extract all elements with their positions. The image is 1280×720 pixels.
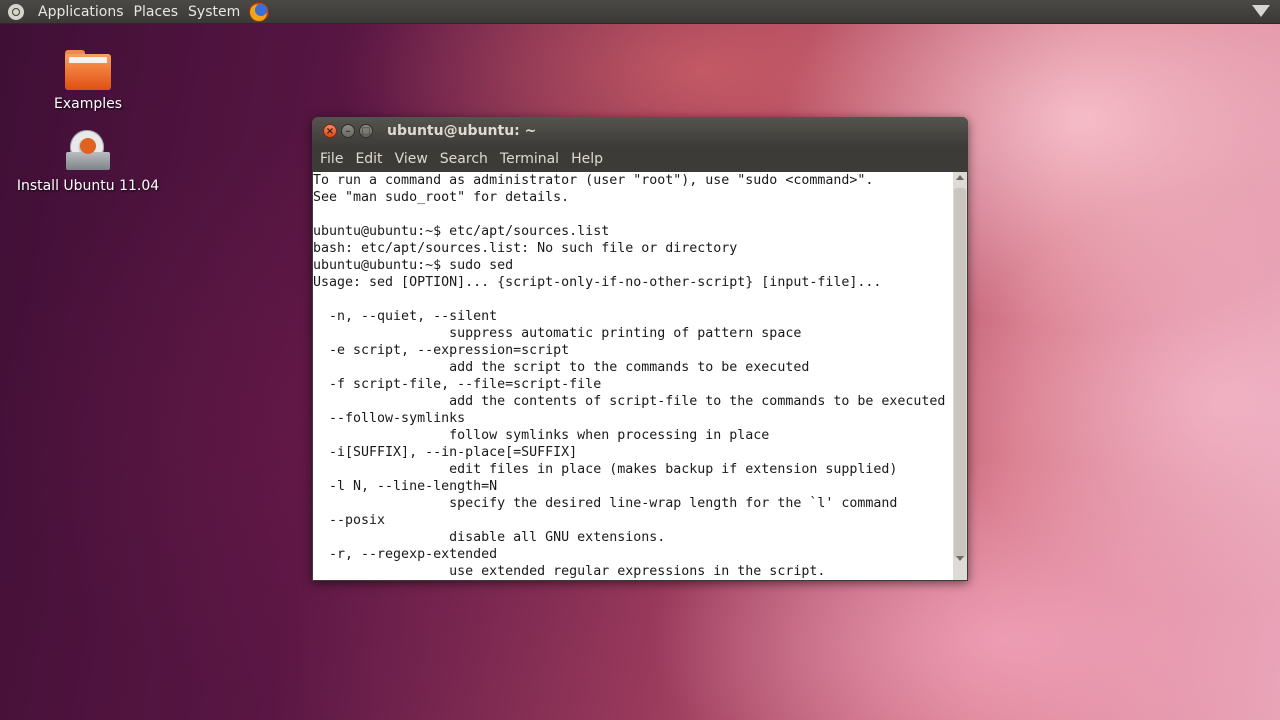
window-title: ubuntu@ubuntu: ~ <box>387 123 537 139</box>
terminal-line: See "man sudo_root" for details. <box>313 190 570 205</box>
close-button[interactable]: × <box>323 124 337 138</box>
terminal-line: -e script, --expression=script <box>313 343 570 358</box>
terminal-line: -n, --quiet, --silent <box>313 309 498 324</box>
scroll-thumb[interactable] <box>954 188 966 558</box>
terminal-window: × – □ ubuntu@ubuntu: ~ File Edit View Se… <box>312 117 968 581</box>
terminal-line: follow symlinks when processing in place <box>313 428 770 443</box>
scroll-down-arrow-icon[interactable] <box>956 556 964 561</box>
menu-view[interactable]: View <box>389 147 434 171</box>
desktop-icon-label: Install Ubuntu 11.04 <box>16 178 160 194</box>
desktop-icon-examples[interactable]: Examples <box>8 50 168 112</box>
menu-file[interactable]: File <box>314 147 349 171</box>
top-panel: Applications Places System <box>0 0 1280 24</box>
network-icon[interactable] <box>1252 5 1270 17</box>
window-titlebar[interactable]: × – □ ubuntu@ubuntu: ~ <box>312 117 968 147</box>
desktop: Applications Places System Examples Inst… <box>0 0 1280 720</box>
terminal-line: edit files in place (makes backup if ext… <box>313 462 898 477</box>
desktop-icon-install-ubuntu[interactable]: Install Ubuntu 11.04 <box>8 130 168 194</box>
menu-terminal[interactable]: Terminal <box>494 147 565 171</box>
terminal-line: -r, --regexp-extended <box>313 547 498 562</box>
terminal-line: ubuntu@ubuntu:~$ etc/apt/sources.list <box>313 224 610 239</box>
terminal-line: To run a command as administrator (user … <box>313 173 874 188</box>
places-menu[interactable]: Places <box>129 0 184 24</box>
desktop-icon-label: Examples <box>53 96 123 112</box>
folder-icon <box>65 50 111 90</box>
scroll-up-arrow-icon[interactable] <box>956 175 964 180</box>
menu-search[interactable]: Search <box>434 147 494 171</box>
firefox-icon[interactable] <box>249 1 270 22</box>
terminal-line: add the contents of script-file to the c… <box>313 394 946 409</box>
scrollbar[interactable] <box>953 172 967 580</box>
maximize-button[interactable]: □ <box>359 124 373 138</box>
terminal-line: --follow-symlinks <box>313 411 466 426</box>
terminal-output: To run a command as administrator (user … <box>313 172 953 580</box>
terminal-output-area[interactable]: To run a command as administrator (user … <box>313 172 953 580</box>
applications-menu[interactable]: Applications <box>33 0 129 24</box>
system-menu[interactable]: System <box>183 0 245 24</box>
installer-icon <box>66 130 110 170</box>
terminal-line: specify the desired line-wrap length for… <box>313 496 898 511</box>
terminal-line: bash: etc/apt/sources.list: No such file… <box>313 241 738 256</box>
menu-help[interactable]: Help <box>565 147 609 171</box>
terminal-line: suppress automatic printing of pattern s… <box>313 326 802 341</box>
terminal-line: add the script to the commands to be exe… <box>313 360 810 375</box>
terminal-line: Usage: sed [OPTION]... {script-only-if-n… <box>313 275 882 290</box>
minimize-button[interactable]: – <box>341 124 355 138</box>
terminal-line: -l N, --line-length=N <box>313 479 498 494</box>
terminal-line: --posix <box>313 513 386 528</box>
terminal-line: -i[SUFFIX], --in-place[=SUFFIX] <box>313 445 578 460</box>
ubuntu-logo-icon[interactable] <box>8 3 24 20</box>
terminal-line: use extended regular expressions in the … <box>313 564 826 579</box>
menubar: File Edit View Search Terminal Help <box>312 147 968 171</box>
terminal-line: ubuntu@ubuntu:~$ sudo sed <box>313 258 514 273</box>
terminal-line: disable all GNU extensions. <box>313 530 666 545</box>
menu-edit[interactable]: Edit <box>349 147 388 171</box>
terminal-line: -f script-file, --file=script-file <box>313 377 602 392</box>
